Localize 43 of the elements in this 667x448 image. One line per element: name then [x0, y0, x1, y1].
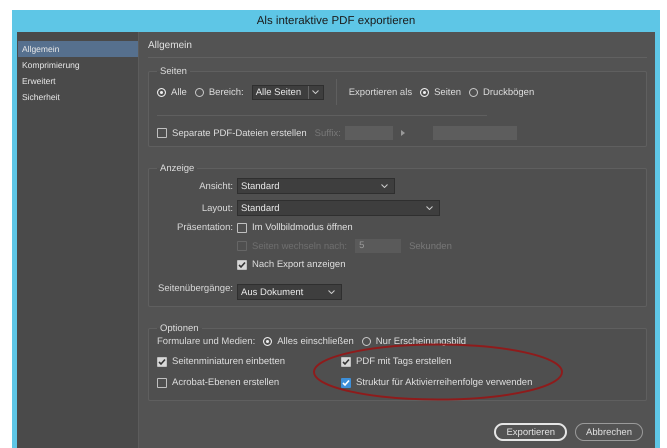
range-dropdown[interactable]: Alle Seiten — [252, 84, 324, 100]
check-icon — [238, 260, 246, 268]
dropdown[interactable]: Standard — [237, 178, 395, 194]
checkbox-option[interactable]: Seitenminiaturen einbetten — [157, 356, 341, 367]
caret-icon — [381, 184, 388, 188]
field-label: Ansicht: — [199, 180, 233, 192]
field-label: Layout: — [202, 202, 233, 214]
check-icon — [342, 378, 350, 386]
check-icon — [342, 358, 350, 366]
radio-option[interactable]: Nur Erscheinungsbild — [362, 336, 466, 347]
section-heading: Allgemein — [148, 40, 193, 51]
dialog-button[interactable]: Abbrechen — [575, 423, 643, 441]
checkbox-option[interactable]: Struktur für Aktivierreihenfolge verwenden — [341, 377, 638, 388]
dropdown[interactable]: Aus Dokument — [237, 284, 342, 300]
dialog-button[interactable]: Exportieren — [494, 423, 568, 441]
checkbox-option[interactable]: Nach Export anzeigen — [237, 259, 346, 270]
field-label: Seitenübergänge: — [158, 282, 233, 294]
group-label: Seiten — [159, 66, 188, 77]
check-icon — [158, 358, 166, 366]
export-as-label: Exportieren als — [348, 86, 412, 98]
caret-icon — [312, 90, 320, 94]
dropdown[interactable]: Standard — [237, 200, 440, 216]
radio-option[interactable]: Alle — [157, 86, 187, 98]
radio-option[interactable]: Druckbögen — [469, 86, 534, 98]
arrow-icon — [400, 130, 405, 136]
checkbox-option[interactable]: Separate PDF-Dateien erstellen — [157, 128, 307, 138]
group-label: Optionen — [159, 323, 200, 334]
sidebar-item[interactable]: Allgemein — [18, 41, 138, 57]
sidebar-item[interactable]: Sicherheit — [18, 89, 138, 105]
radio-option[interactable]: Alles einschließen — [263, 336, 354, 347]
checkbox-option[interactable]: Acrobat-Ebenen erstellen — [157, 377, 341, 388]
radio-option[interactable]: Seiten — [420, 86, 462, 98]
sidebar-item[interactable]: Erweitert — [18, 73, 138, 89]
radio-option[interactable]: Bereich: — [194, 86, 244, 98]
checkbox-option[interactable]: PDF mit Tags erstellen — [341, 356, 638, 367]
sidebar-item[interactable]: Komprimierung — [18, 57, 138, 73]
window-title: Als interaktive PDF exportieren — [256, 15, 416, 27]
checkbox-option[interactable]: Im Vollbildmodus öffnen — [237, 222, 353, 233]
group-label: Anzeige — [159, 163, 196, 174]
field-label: Präsentation: — [177, 222, 233, 233]
caret-icon — [426, 206, 433, 210]
field-label: Formulare und Medien: — [157, 336, 256, 347]
caret-icon — [328, 290, 335, 294]
